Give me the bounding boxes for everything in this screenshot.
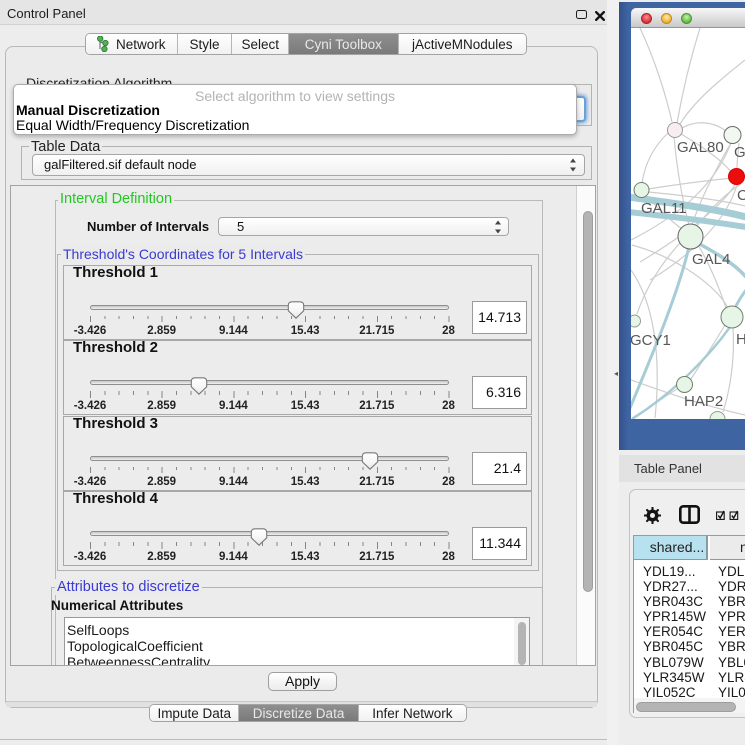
svg-text:GAL4: GAL4 bbox=[692, 251, 730, 268]
svg-text:GAL11: GAL11 bbox=[641, 200, 687, 217]
svg-text:C: C bbox=[737, 187, 745, 204]
svg-text:GAL80: GAL80 bbox=[677, 139, 724, 156]
svg-text:GA: GA bbox=[734, 144, 745, 161]
svg-text:H: H bbox=[736, 331, 745, 348]
svg-text:HAP2: HAP2 bbox=[684, 393, 723, 410]
svg-text:GCY1: GCY1 bbox=[631, 332, 671, 349]
